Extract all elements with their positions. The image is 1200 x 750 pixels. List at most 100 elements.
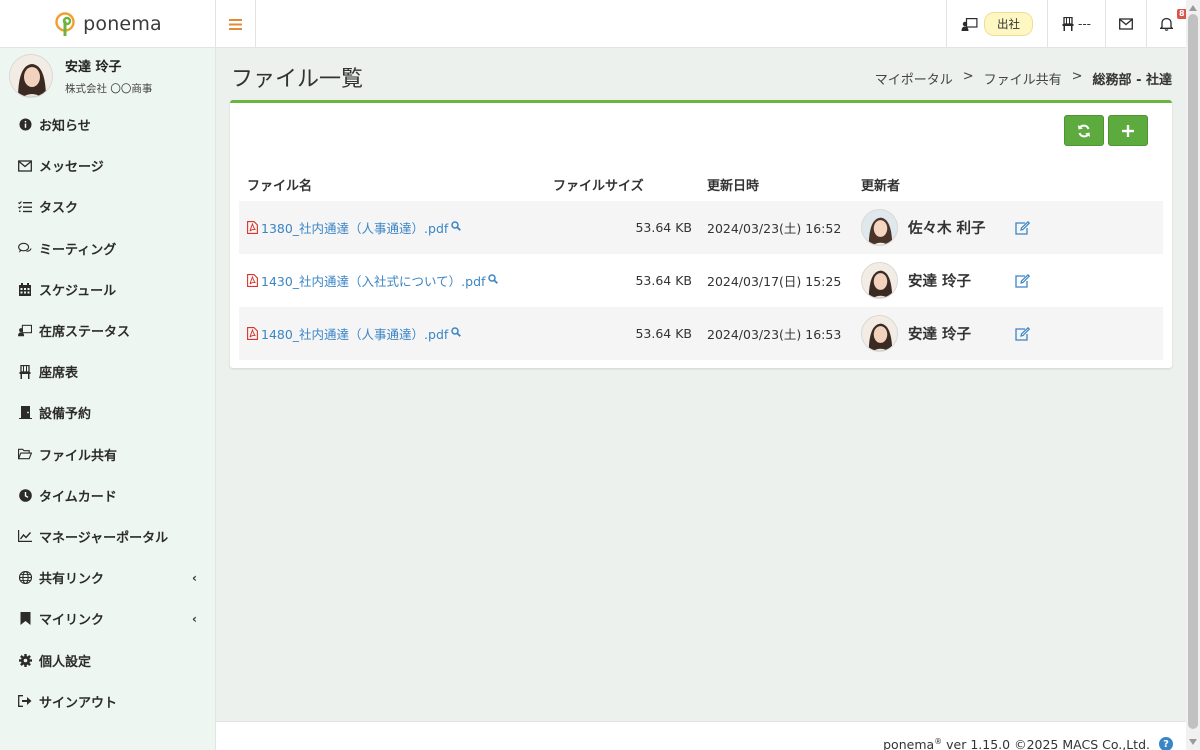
sidebar-item-meetings[interactable]: ミーティング	[0, 228, 215, 269]
updater-cell: 安達 玲子	[861, 254, 971, 307]
sidebar-item-label: 個人設定	[39, 654, 92, 670]
chair-icon	[1062, 17, 1074, 31]
bookmark-icon	[18, 612, 32, 626]
preview-search-icon[interactable]	[488, 274, 499, 287]
table-row: 1480_社内通達（人事通達）.pdf 53.64 KB 2024/03/23(…	[239, 307, 1163, 360]
info-circle-icon	[18, 118, 32, 132]
updated-date-cell: 2024/03/23(土) 16:52	[707, 221, 842, 236]
sidebar-item-label: マイリンク	[39, 613, 105, 629]
add-file-button[interactable]	[1108, 115, 1148, 146]
sidebar-item-equipment[interactable]: 設備予約	[0, 392, 215, 433]
sidebar-item-notices[interactable]: お知らせ	[0, 104, 215, 145]
table-row: 1430_社内通達（入社式について）.pdf 53.64 KB 2024/03/…	[239, 254, 1163, 307]
seat-button[interactable]: ---	[1047, 0, 1105, 48]
sidebar-item-label: スケジュール	[39, 283, 117, 299]
column-header-updater[interactable]: 更新者	[861, 175, 900, 194]
file-link[interactable]: 1430_社内通達（入社式について）.pdf	[261, 271, 485, 290]
ponema-logo-icon	[55, 11, 75, 36]
registered-mark: ®	[934, 737, 943, 746]
logo-text: ponema	[83, 12, 162, 35]
sidebar-item-label: マネージャーポータル	[39, 530, 169, 546]
edit-icon	[1015, 273, 1030, 288]
avatar	[861, 262, 898, 299]
updater-name: 佐々木 利子	[908, 221, 986, 237]
presence-icon	[18, 324, 32, 338]
breadcrumb-item-portal[interactable]: マイポータル	[875, 69, 953, 88]
sidebar-item-sign-out[interactable]: サインアウト	[0, 681, 215, 722]
scroll-thumb[interactable]	[1188, 14, 1198, 729]
sidebar-item-file-share[interactable]: ファイル共有	[0, 434, 215, 475]
globe-icon	[18, 571, 32, 585]
preview-search-icon[interactable]	[451, 327, 462, 340]
updated-date-cell: 2024/03/23(土) 16:53	[707, 327, 842, 342]
file-size-cell: 53.64 KB	[635, 220, 692, 235]
file-link[interactable]: 1480_社内通達（人事通達）.pdf	[261, 324, 448, 343]
avatar	[861, 315, 898, 352]
file-link[interactable]: 1380_社内通達（人事通達）.pdf	[261, 218, 448, 237]
attendance-badge: 出社	[984, 12, 1033, 36]
sidebar-nav: お知らせ メッセージ タスク ミーティング スケジュール 在席ステータス 座席表	[0, 104, 215, 722]
sidebar-item-manager-portal[interactable]: マネージャーポータル	[0, 516, 215, 557]
top-right-controls: 出社 --- 8	[946, 0, 1187, 48]
breadcrumb-separator: >	[1071, 69, 1083, 84]
refresh-button[interactable]	[1064, 115, 1104, 146]
scrollbar[interactable]	[1186, 0, 1200, 750]
pdf-file-icon	[247, 327, 258, 340]
sidebar: ponema 安達 玲子 株式会社 〇〇商事 お知らせ メッセージ タスク ミー…	[0, 0, 216, 750]
help-icon[interactable]: ?	[1159, 737, 1173, 750]
table-row: 1380_社内通達（人事通達）.pdf 53.64 KB 2024/03/23(…	[239, 201, 1163, 254]
sidebar-item-timecard[interactable]: タイムカード	[0, 475, 215, 516]
column-header-size[interactable]: ファイルサイズ	[553, 175, 644, 194]
avatar	[9, 54, 53, 98]
breadcrumb-separator: >	[962, 69, 974, 84]
sidebar-item-presence[interactable]: 在席ステータス	[0, 310, 215, 351]
sidebar-item-tasks[interactable]: タスク	[0, 186, 215, 227]
sidebar-item-seating[interactable]: 座席表	[0, 351, 215, 392]
sidebar-item-label: サインアウト	[39, 695, 118, 711]
sidebar-item-label: 座席表	[39, 366, 79, 382]
notifications-button[interactable]: 8	[1146, 0, 1187, 48]
avatar	[861, 209, 898, 246]
edit-icon	[1015, 220, 1030, 235]
user-company: 株式会社 〇〇商事	[65, 83, 153, 95]
column-header-date[interactable]: 更新日時	[707, 175, 759, 194]
calendar-icon	[18, 282, 32, 296]
logo[interactable]: ponema	[0, 0, 215, 48]
footer: ponema® ver 1.15.0 ©2025 MACS Co.,Ltd. ?	[216, 721, 1186, 750]
sidebar-item-label: お知らせ	[39, 119, 91, 135]
hamburger-icon	[229, 18, 242, 30]
sidebar-item-messages[interactable]: メッセージ	[0, 145, 215, 186]
refresh-icon	[1078, 124, 1090, 137]
line-chart-icon	[18, 529, 32, 543]
gear-icon	[18, 653, 32, 667]
updater-name: 安達 玲子	[908, 327, 972, 343]
menu-toggle-button[interactable]	[216, 0, 256, 48]
file-size-cell: 53.64 KB	[635, 326, 692, 341]
edit-icon	[1015, 326, 1030, 341]
updated-date-cell: 2024/03/17(日) 15:25	[707, 274, 842, 289]
sidebar-item-shared-links[interactable]: 共有リンク ‹	[0, 557, 215, 598]
messages-button[interactable]	[1105, 0, 1146, 48]
user-panel[interactable]: 安達 玲子 株式会社 〇〇商事	[0, 48, 215, 104]
scroll-up-arrow-icon[interactable]	[1189, 5, 1197, 11]
sidebar-item-my-links[interactable]: マイリンク ‹	[0, 598, 215, 639]
edit-button[interactable]	[1015, 201, 1030, 254]
preview-search-icon[interactable]	[451, 221, 462, 234]
column-header-name[interactable]: ファイル名	[247, 175, 312, 194]
clock-icon	[18, 488, 32, 502]
breadcrumb-item-file-share[interactable]: ファイル共有	[984, 69, 1062, 88]
sidebar-item-label: メッセージ	[39, 160, 104, 176]
chevron-left-icon: ‹	[192, 570, 197, 585]
sidebar-item-schedule[interactable]: スケジュール	[0, 269, 215, 310]
edit-button[interactable]	[1015, 307, 1030, 360]
file-name-cell: 1430_社内通達（入社式について）.pdf	[247, 254, 499, 307]
bell-icon	[1160, 17, 1173, 31]
edit-button[interactable]	[1015, 254, 1030, 307]
scroll-down-arrow-icon[interactable]	[1189, 739, 1197, 745]
page-title: ファイル一覧	[231, 67, 364, 92]
user-name: 安達 玲子	[65, 60, 122, 75]
folder-open-icon	[18, 447, 32, 461]
updater-name: 安達 玲子	[908, 274, 972, 290]
attendance-status-button[interactable]: 出社	[946, 0, 1047, 48]
sidebar-item-personal-settings[interactable]: 個人設定	[0, 639, 215, 680]
